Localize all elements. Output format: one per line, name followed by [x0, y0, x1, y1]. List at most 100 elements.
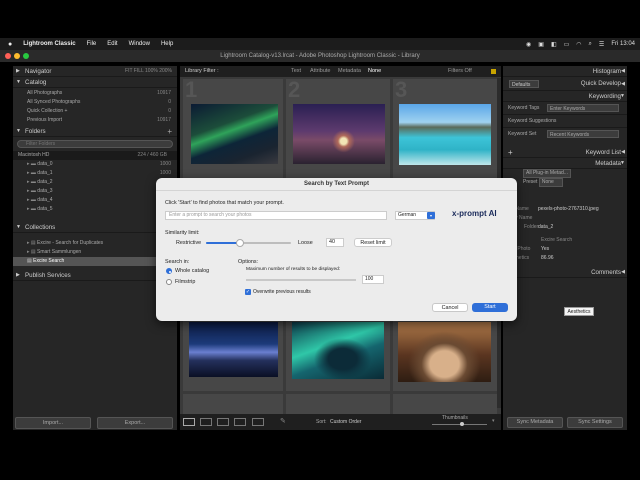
apple-icon[interactable]: ● — [8, 41, 12, 48]
clock[interactable]: Fri 13:04 — [611, 41, 635, 47]
defaults-select[interactable]: Defaults — [509, 80, 539, 88]
thumbnail-slider-thumb[interactable] — [460, 422, 464, 426]
search-icon[interactable]: ⌕ — [589, 41, 592, 48]
wifi-icon[interactable]: ◠ — [576, 41, 581, 48]
zoom-window-icon[interactable] — [23, 53, 29, 59]
collection-item[interactable]: ▸ ▤ Excire - Search for Duplicates — [13, 239, 177, 248]
aurora-photo[interactable] — [191, 104, 278, 164]
catalog-item[interactable]: All Synced Photographs 0 — [13, 98, 177, 107]
import-button[interactable]: Import... — [15, 417, 91, 429]
filmstrip-radio[interactable] — [166, 279, 172, 285]
people-view-icon[interactable] — [252, 418, 264, 426]
cancel-button[interactable]: Cancel — [432, 303, 468, 312]
filter-tab-none[interactable]: None — [368, 66, 381, 77]
minimize-window-icon[interactable] — [14, 53, 20, 59]
keyword-suggestions-row[interactable]: Keyword Suggestions — [503, 114, 627, 127]
filters-off-label[interactable]: Filters Off — [448, 66, 472, 77]
close-window-icon[interactable] — [5, 53, 11, 59]
file-name-value[interactable]: pexels-photo-2767310.jpeg — [538, 205, 599, 214]
keyword-tags-select[interactable]: Enter Keywords — [547, 104, 619, 112]
volume-row[interactable]: Macintosh HD 224 / 460 GB — [13, 151, 177, 160]
collection-set-icon: ▸ ▤ — [27, 249, 38, 255]
chevron-down-icon[interactable]: ▾ — [427, 212, 435, 219]
menu-edit[interactable]: Edit — [107, 41, 117, 47]
preset-select[interactable]: None — [538, 178, 563, 187]
sports-car-photo[interactable] — [398, 322, 491, 382]
folder-item[interactable]: ▸ ▬ data_1 1000 — [13, 169, 177, 178]
similarity-value-input[interactable]: 40 — [326, 238, 344, 247]
folder-item[interactable]: ▸ ▬ data_41000 — [13, 196, 177, 205]
grid-cell[interactable]: 2 — [285, 77, 391, 182]
folder-value[interactable]: data_2 — [538, 223, 553, 232]
menu-window[interactable]: Window — [129, 41, 150, 47]
mic-icon[interactable]: ◧ — [551, 41, 557, 48]
prompt-input[interactable]: Enter a prompt to search your photos — [165, 211, 387, 220]
sort-order-select[interactable]: Custom Order — [330, 419, 361, 425]
tropical-resort-photo[interactable] — [399, 104, 491, 165]
similarity-slider-thumb[interactable] — [236, 239, 244, 247]
collections-header[interactable]: ▼ Collections + — [13, 222, 177, 233]
quick-develop-header[interactable]: Defaults Quick Develop ◀ — [503, 77, 627, 91]
catalog-header[interactable]: ▼ Catalog — [13, 77, 177, 88]
tent-night-photo[interactable] — [293, 104, 385, 164]
max-results-slider[interactable] — [246, 279, 356, 281]
metadata-preset-select[interactable]: All Plug-in Metad... — [523, 169, 571, 178]
add-folder-icon[interactable]: + — [167, 126, 172, 137]
aurora-wave-photo[interactable] — [292, 322, 384, 379]
catalog-item[interactable]: Previous Import 10917 — [13, 116, 177, 125]
keyword-set-select[interactable]: Recent Keywords — [547, 130, 619, 138]
sync-settings-button[interactable]: Sync Settings — [567, 417, 623, 428]
folder-item[interactable]: ▸ ▬ data_21000 — [13, 178, 177, 187]
catalog-item[interactable]: Quick Collection + 0 — [13, 107, 177, 116]
folder-item[interactable]: ▸ ▬ data_51000 — [13, 205, 177, 214]
collection-item[interactable]: ▸ ▤ Smart Sammlungen — [13, 248, 177, 257]
folder-filter-input[interactable] — [17, 140, 173, 148]
battery-icon[interactable]: ▭ — [564, 41, 570, 48]
navigator-zoom-options[interactable]: FIT FILL 100% 200% — [125, 66, 172, 77]
grid-cell[interactable]: 3 — [392, 77, 498, 182]
max-results-input[interactable]: 100 — [362, 275, 384, 284]
folder-item[interactable]: ▸ ▬ data_31000 — [13, 187, 177, 196]
menu-app-name[interactable]: Lightroom Classic — [23, 41, 75, 47]
city-skyline-photo[interactable] — [189, 322, 278, 377]
metadata-header[interactable]: Metadata ▼ — [503, 158, 627, 169]
add-keyword-icon[interactable]: + — [508, 147, 513, 158]
lock-icon[interactable]: ▣ — [538, 41, 544, 48]
collection-item-selected[interactable]: ▤ Excire Search9 — [13, 257, 177, 266]
overwrite-checkbox[interactable]: ✓ — [245, 289, 251, 295]
publish-services-header[interactable]: ▶ Publish Services + — [13, 270, 177, 281]
navigator-header[interactable]: ▶ Navigator FIT FILL 100% 200% — [13, 66, 177, 77]
whole-catalog-radio[interactable] — [166, 268, 172, 274]
restrictive-label: Restrictive — [176, 240, 202, 246]
comments-header[interactable]: Comments ◀ — [503, 267, 627, 278]
keyword-set-label: Keyword Set — [508, 131, 537, 137]
toolbar-menu-icon[interactable]: ▾ — [492, 418, 495, 424]
reset-limit-button[interactable]: Reset limit — [354, 238, 392, 247]
menu-help[interactable]: Help — [161, 41, 173, 47]
filter-tab-metadata[interactable]: Metadata — [338, 66, 361, 77]
survey-view-icon[interactable] — [234, 418, 246, 426]
folder-item[interactable]: ▸ ▬ data_0 1000 — [13, 160, 177, 169]
metadata-preset-row[interactable]: All Plug-in Metad... — [503, 169, 627, 178]
folders-header[interactable]: ▼ Folders + — [13, 126, 177, 137]
menu-file[interactable]: File — [87, 41, 97, 47]
loupe-view-icon[interactable] — [200, 418, 212, 426]
camera-icon[interactable]: ◉ — [526, 41, 531, 48]
keyword-list-header[interactable]: + Keyword List ◀ — [503, 147, 627, 158]
grid-view-icon[interactable] — [183, 418, 195, 426]
similarity-slider[interactable] — [206, 239, 291, 247]
compare-view-icon[interactable] — [217, 418, 229, 426]
catalog-item[interactable]: All Photographs 10917 — [13, 89, 177, 98]
filter-tab-text[interactable]: Text — [291, 66, 301, 77]
sync-metadata-button[interactable]: Sync Metadata — [507, 417, 563, 428]
spray-can-icon[interactable]: ✎ — [280, 417, 286, 425]
grid-cell[interactable]: 1 — [182, 77, 284, 182]
filter-tab-attribute[interactable]: Attribute — [310, 66, 330, 77]
lock-icon[interactable] — [491, 69, 496, 74]
export-button[interactable]: Export... — [97, 417, 173, 429]
control-center-icon[interactable]: ☰ — [599, 41, 604, 48]
histogram-header[interactable]: Histogram ◀ — [503, 66, 627, 77]
start-button[interactable]: Start — [472, 303, 508, 312]
volume-label: Macintosh HD — [18, 152, 50, 158]
keywording-header[interactable]: Keywording ▼ — [503, 91, 627, 102]
